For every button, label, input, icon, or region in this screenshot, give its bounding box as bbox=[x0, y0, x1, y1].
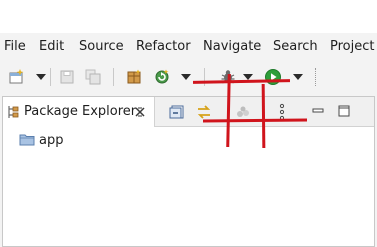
refresh-button[interactable] bbox=[152, 60, 172, 94]
main-toolbar bbox=[0, 60, 377, 94]
menu-navigate[interactable]: Navigate bbox=[203, 39, 261, 55]
run-dropdown[interactable] bbox=[290, 60, 306, 94]
chevron-down-icon bbox=[293, 74, 303, 80]
collapse-all-button[interactable] bbox=[169, 104, 185, 120]
menu-source[interactable]: Source bbox=[79, 39, 124, 55]
new-package-icon bbox=[127, 69, 141, 84]
chevron-down-icon bbox=[181, 74, 191, 80]
toolbar-separator bbox=[315, 68, 317, 86]
chevron-down-icon bbox=[36, 74, 46, 80]
tab-label: Package Explorer bbox=[24, 104, 137, 119]
collapse-all-icon bbox=[169, 105, 184, 119]
package-explorer-icon bbox=[8, 106, 19, 118]
run-icon bbox=[265, 69, 281, 85]
minimize-icon bbox=[312, 108, 324, 113]
folder-icon bbox=[19, 134, 35, 146]
debug-dropdown[interactable] bbox=[240, 60, 256, 94]
toolbar-separator bbox=[113, 68, 114, 86]
minimize-button[interactable] bbox=[311, 104, 325, 118]
save-all-icon bbox=[85, 69, 101, 85]
save-icon bbox=[60, 70, 74, 84]
refresh-icon bbox=[155, 69, 169, 84]
toolbar-separator bbox=[50, 68, 51, 86]
save-button[interactable] bbox=[57, 60, 77, 94]
tree-item-label: app bbox=[39, 133, 64, 148]
refresh-dropdown[interactable] bbox=[178, 60, 194, 94]
new-wizard-button[interactable] bbox=[6, 60, 28, 94]
maximize-button[interactable] bbox=[337, 104, 351, 118]
menu-search[interactable]: Search bbox=[273, 39, 318, 55]
tab-package-explorer[interactable]: Package Explorer bbox=[3, 97, 155, 127]
window-top-strip bbox=[0, 0, 377, 33]
link-with-editor-button[interactable] bbox=[196, 104, 212, 120]
link-with-editor-icon bbox=[197, 105, 211, 119]
menu-project[interactable]: Project bbox=[330, 39, 374, 55]
menu-bar: File Edit Source Refactor Navigate Searc… bbox=[0, 33, 377, 60]
maximize-icon bbox=[338, 105, 350, 117]
new-package-button[interactable] bbox=[124, 60, 144, 94]
focus-task-button[interactable] bbox=[235, 104, 251, 120]
new-wizard-icon bbox=[9, 69, 24, 84]
close-icon[interactable] bbox=[135, 107, 145, 117]
focus-task-icon bbox=[237, 106, 249, 117]
tree-item-app[interactable]: app bbox=[0, 128, 377, 150]
menu-refactor[interactable]: Refactor bbox=[136, 39, 191, 55]
new-wizard-dropdown[interactable] bbox=[33, 60, 49, 94]
menu-edit[interactable]: Edit bbox=[39, 39, 64, 55]
save-all-button[interactable] bbox=[83, 60, 103, 94]
menu-file[interactable]: File bbox=[4, 39, 26, 55]
run-button[interactable] bbox=[262, 60, 284, 94]
